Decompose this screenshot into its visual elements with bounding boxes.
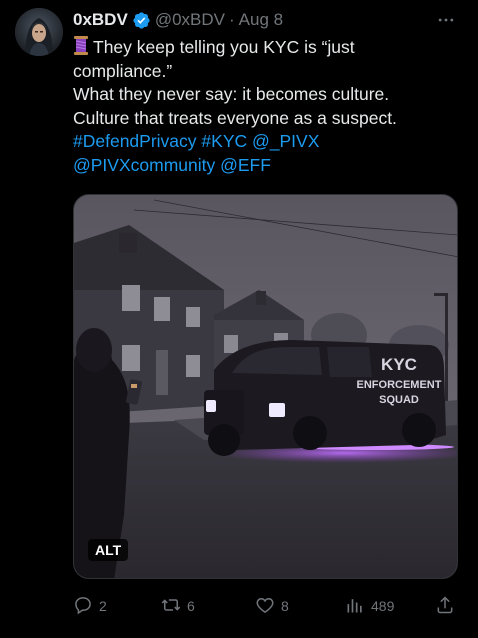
alt-badge[interactable]: ALT xyxy=(88,539,129,561)
mention-eff[interactable]: @EFF xyxy=(220,155,271,175)
tweet-header: 0xBDV @0xBDV · Aug 8 xyxy=(73,9,283,31)
like-button[interactable]: 8 xyxy=(255,594,289,618)
action-bar: 2 6 8 489 xyxy=(73,594,463,618)
separator-dot: · xyxy=(228,10,235,29)
van-text-squad: SQUAD xyxy=(379,394,419,406)
share-icon xyxy=(435,595,455,618)
repost-button[interactable]: 6 xyxy=(161,594,195,618)
tweet-line-1-text: They keep telling you KYC is “just xyxy=(93,37,355,57)
display-name[interactable]: 0xBDV xyxy=(73,10,128,30)
tweet-date[interactable]: Aug 8 xyxy=(239,10,283,30)
repost-icon xyxy=(161,595,181,618)
tweet-line-2: compliance.” xyxy=(73,60,173,81)
tweet-line-3: What they never say: it becomes culture. xyxy=(73,84,390,104)
mention-pivxcommunity[interactable]: @PIVXcommunity xyxy=(73,155,215,175)
handle[interactable]: @0xBDV xyxy=(155,10,225,30)
avatar-image xyxy=(15,8,63,56)
mention-pivx[interactable]: @_PIVX xyxy=(252,131,319,151)
views-count: 489 xyxy=(371,598,395,614)
thread-emoji-icon xyxy=(73,36,89,55)
hashtag-defendprivacy[interactable]: #DefendPrivacy xyxy=(73,131,197,151)
more-icon[interactable] xyxy=(434,8,458,32)
tweet-image[interactable]: KYC ENFORCEMENT SQUAD xyxy=(73,194,458,579)
share-button[interactable] xyxy=(435,594,455,618)
reply-button[interactable]: 2 xyxy=(73,594,107,618)
tweet-line-5: #DefendPrivacy #KYC @_PIVX xyxy=(73,130,463,154)
tweet-line-1: They keep telling you KYC is “just xyxy=(73,36,463,60)
tweet-line-4: Culture that treats everyone as a suspec… xyxy=(73,107,397,128)
heart-icon xyxy=(255,595,275,618)
tweet-line-6: @PIVXcommunity @EFF xyxy=(73,154,463,178)
tweet-text: They keep telling you KYC is “just compl… xyxy=(73,36,463,177)
reply-icon xyxy=(73,595,93,618)
like-count: 8 xyxy=(281,598,289,614)
kyc-van-image: KYC ENFORCEMENT SQUAD xyxy=(74,195,457,578)
views-button[interactable]: 489 xyxy=(345,594,394,618)
avatar[interactable] xyxy=(15,8,63,56)
reply-count: 2 xyxy=(99,598,107,614)
tweet[interactable]: 0xBDV @0xBDV · Aug 8 They keep telling y… xyxy=(0,0,478,638)
van-text-enforcement: ENFORCEMENT xyxy=(357,379,442,391)
views-icon xyxy=(345,595,365,618)
repost-count: 6 xyxy=(187,598,195,614)
van-text-kyc: KYC xyxy=(381,355,417,374)
verified-badge-icon[interactable] xyxy=(132,11,151,30)
hashtag-kyc[interactable]: #KYC xyxy=(201,131,247,151)
